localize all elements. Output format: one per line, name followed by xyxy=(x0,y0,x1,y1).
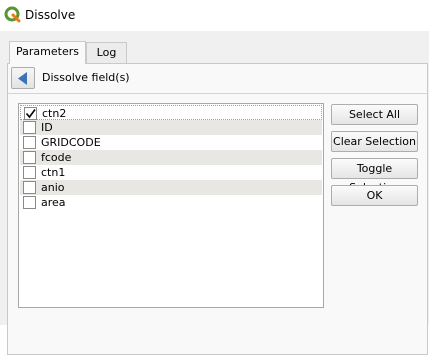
checkbox[interactable] xyxy=(23,166,36,179)
checkbox[interactable] xyxy=(24,107,37,120)
field-label: GRIDCODE xyxy=(41,136,101,149)
field-label: fcode xyxy=(41,151,72,164)
header-divider xyxy=(8,93,427,94)
clear-selection-button[interactable]: Clear Selection xyxy=(331,131,418,152)
list-item[interactable]: fcode xyxy=(20,150,322,165)
list-item[interactable]: GRIDCODE xyxy=(20,135,322,150)
field-label: ID xyxy=(41,121,53,134)
field-label: area xyxy=(41,196,66,209)
ok-button[interactable]: OK xyxy=(331,185,418,206)
list-item[interactable]: anio xyxy=(20,180,322,195)
list-item[interactable]: ctn1 xyxy=(20,165,322,180)
list-item[interactable]: area xyxy=(20,195,322,210)
checkbox[interactable] xyxy=(23,151,36,164)
back-button[interactable] xyxy=(11,67,35,89)
checkbox[interactable] xyxy=(23,196,36,209)
checkmark-icon xyxy=(25,109,36,119)
checkbox[interactable] xyxy=(23,121,36,134)
panel-header-label: Dissolve field(s) xyxy=(42,71,130,84)
checkbox[interactable] xyxy=(23,136,36,149)
checkbox[interactable] xyxy=(23,181,36,194)
toggle-selection-button[interactable]: Toggle Selection xyxy=(331,158,418,194)
qgis-logo-icon xyxy=(4,6,21,23)
window-title: Dissolve xyxy=(25,8,76,22)
select-all-button[interactable]: Select All xyxy=(331,104,418,125)
list-item[interactable]: ctn2 xyxy=(20,105,322,120)
field-label: ctn1 xyxy=(41,166,66,179)
back-arrow-icon xyxy=(18,72,27,85)
list-item[interactable]: ID xyxy=(20,120,322,135)
field-label: ctn2 xyxy=(42,107,67,120)
title-bar: Dissolve xyxy=(0,0,429,31)
tab-log[interactable]: Log xyxy=(86,42,127,63)
tab-parameters[interactable]: Parameters xyxy=(9,41,86,64)
field-label: anio xyxy=(41,181,65,194)
dialog-body: Parameters Log Dissolve field(s) ctn2 ID… xyxy=(0,31,429,355)
field-list[interactable]: ctn2 ID GRIDCODE fcode ctn1 anio area xyxy=(18,103,324,308)
